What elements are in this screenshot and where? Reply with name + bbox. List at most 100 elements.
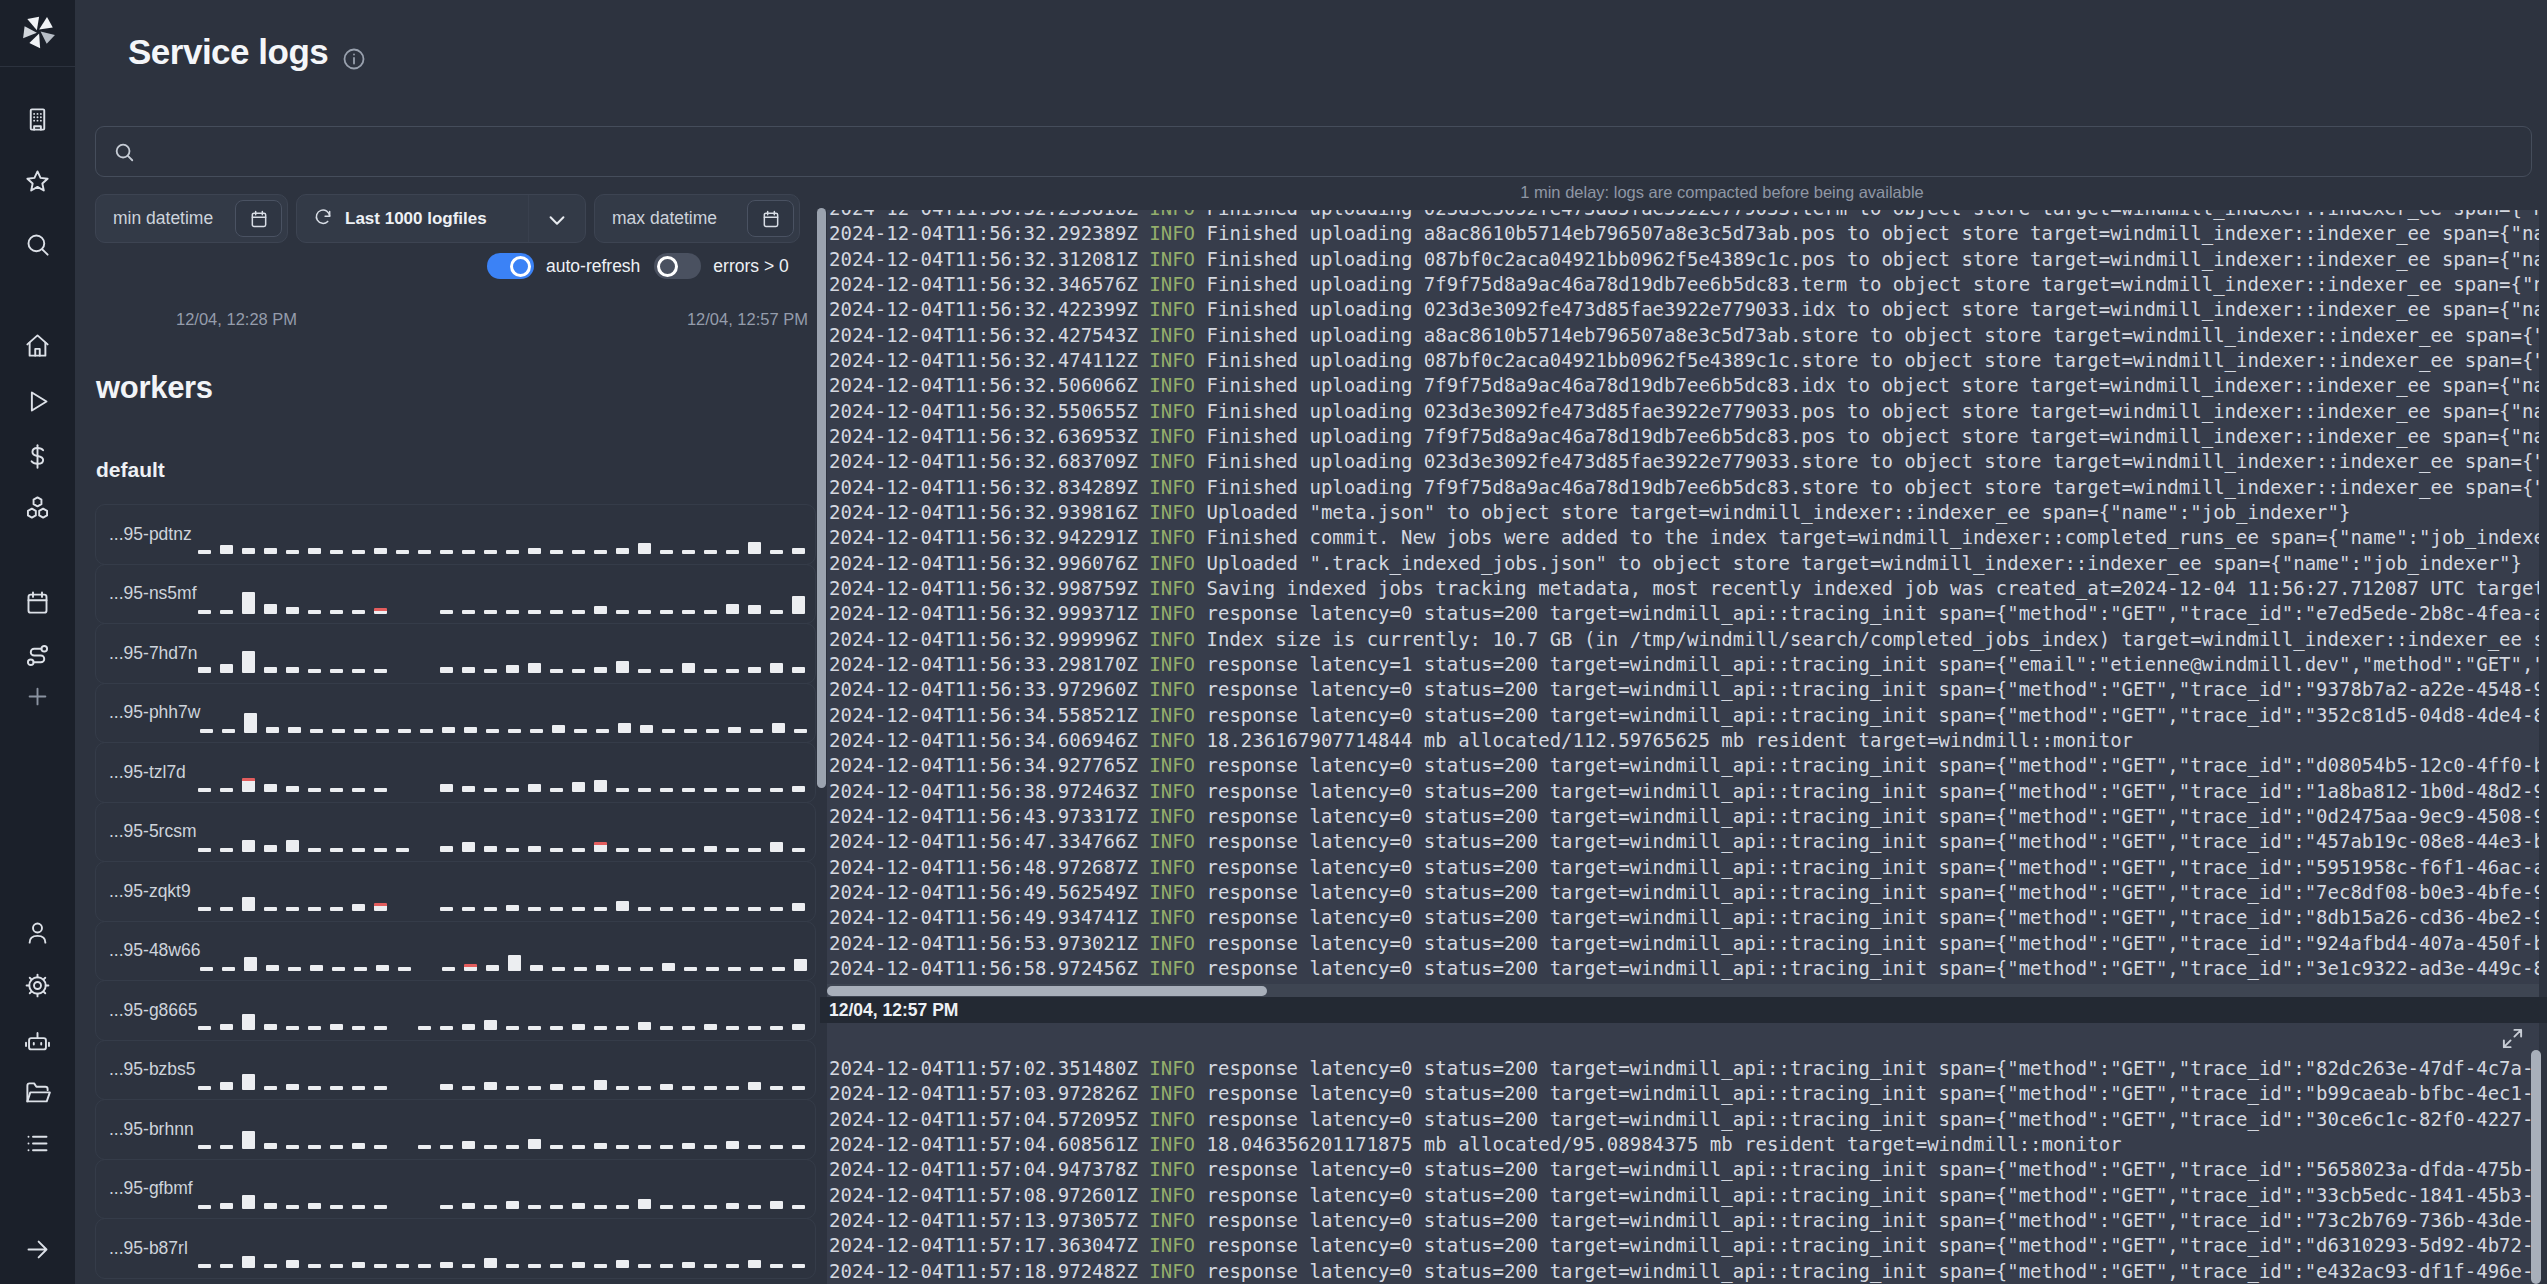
activity-bar	[352, 669, 365, 673]
activity-bar	[506, 788, 519, 792]
activity-bar	[308, 1086, 321, 1090]
activity-bar	[792, 1264, 805, 1268]
building-icon[interactable]	[24, 106, 51, 133]
activity-bar	[264, 1024, 277, 1030]
activity-bar	[550, 1026, 563, 1030]
bar-gap	[396, 1089, 409, 1090]
windmill-logo[interactable]	[20, 13, 57, 54]
worker-row[interactable]: ...95-g8665	[95, 980, 816, 1041]
worker-row[interactable]: ...95-brhnn	[95, 1099, 816, 1160]
activity-bar	[572, 782, 585, 792]
log-line: 2024-12-04T11:56:32.239816Z INFO Finishe…	[829, 210, 2539, 221]
activity-bar	[308, 1264, 321, 1268]
worker-row[interactable]: ...95-phh7w	[95, 683, 816, 744]
log-line: 2024-12-04T11:56:32.999996Z INFO Index s…	[829, 627, 2539, 652]
activity-bar	[288, 967, 301, 971]
activity-bar	[506, 1145, 519, 1149]
activity-bar	[618, 723, 631, 733]
worker-row[interactable]: ...95-b87rl	[95, 1218, 816, 1279]
worker-row[interactable]: ...95-gfbmf	[95, 1159, 816, 1220]
worker-row[interactable]: ...95-48w66	[95, 921, 816, 982]
errors-toggle[interactable]	[654, 253, 701, 279]
min-datetime-field[interactable]: min datetime	[95, 194, 288, 243]
activity-bar	[242, 897, 255, 911]
log-section-2-scrollbar[interactable]	[2531, 1050, 2541, 1284]
worker-activity-chart	[198, 990, 805, 1030]
log-line: 2024-12-04T11:56:32.942291Z INFO Finishe…	[829, 525, 2539, 550]
expand-icon[interactable]	[2501, 1027, 2524, 1050]
activity-bar	[750, 729, 763, 733]
activity-bar	[792, 1024, 805, 1030]
activity-bar	[748, 788, 761, 792]
activity-bar	[242, 1256, 255, 1268]
activity-bar	[310, 729, 323, 733]
plus-icon[interactable]	[24, 683, 51, 710]
activity-bar	[440, 1084, 453, 1090]
activity-bar	[506, 665, 519, 673]
activity-bar	[462, 1024, 475, 1030]
activity-bar	[286, 550, 299, 554]
list-icon[interactable]	[24, 1130, 51, 1157]
logfiles-range-select[interactable]: Last 1000 logfiles	[296, 194, 586, 243]
activity-bar	[330, 1205, 343, 1209]
activity-bar	[770, 788, 783, 792]
calendar-nav-icon[interactable]	[24, 589, 51, 616]
worker-list-scrollbar[interactable]	[817, 208, 826, 788]
log-line: 2024-12-04T11:56:34.558521Z INFO respons…	[829, 703, 2539, 728]
worker-row[interactable]: ...95-ns5mf	[95, 564, 816, 625]
gear-icon[interactable]	[24, 972, 51, 999]
activity-bar	[484, 1258, 497, 1268]
activity-bar	[616, 1260, 629, 1268]
worker-row[interactable]: ...95-pdtnz	[95, 504, 816, 565]
person-icon[interactable]	[24, 919, 51, 946]
log-hscroll-thumb[interactable]	[827, 986, 1267, 996]
activity-bar	[616, 1145, 629, 1149]
auto-refresh-toggle[interactable]	[487, 253, 534, 279]
log-line: 2024-12-04T11:56:58.972456Z INFO respons…	[829, 956, 2539, 981]
route-icon[interactable]	[24, 642, 51, 669]
activity-bar	[330, 788, 343, 792]
search-input[interactable]	[95, 126, 2532, 177]
arrow-right-icon[interactable]	[24, 1236, 51, 1263]
robot-icon[interactable]	[24, 1028, 51, 1055]
activity-bar	[396, 1264, 409, 1268]
activity-bar	[242, 651, 255, 673]
worker-list: ...95-pdtnz...95-ns5mf...95-7hd7n...95-p…	[95, 505, 816, 1279]
worker-row[interactable]: ...95-5rcsm	[95, 802, 816, 863]
activity-bar	[638, 907, 651, 911]
info-icon[interactable]	[342, 47, 366, 71]
activity-bar	[374, 1145, 387, 1149]
worker-row[interactable]: ...95-tzl7d	[95, 742, 816, 803]
activity-bar	[550, 1264, 563, 1268]
log-section-1[interactable]: 2024-12-04T11:56:32.239816Z INFO Finishe…	[827, 210, 2539, 984]
activity-bar	[286, 607, 299, 614]
dollar-icon[interactable]	[24, 443, 51, 470]
activity-bar	[572, 1203, 585, 1209]
boxes-icon[interactable]	[24, 494, 51, 521]
home-icon[interactable]	[24, 332, 51, 359]
activity-bar	[484, 846, 497, 852]
worker-row[interactable]: ...95-7hd7n	[95, 623, 816, 684]
play-icon[interactable]	[24, 388, 51, 415]
activity-bar	[200, 967, 213, 971]
log-section-2[interactable]: 2024-12-04T11:57:02.351480Z INFO respons…	[827, 1023, 2539, 1284]
worker-activity-chart	[198, 752, 805, 792]
activity-bar	[376, 729, 389, 733]
activity-bar	[486, 965, 499, 971]
max-datetime-field[interactable]: max datetime	[594, 194, 800, 243]
folder-icon[interactable]	[24, 1080, 51, 1107]
activity-bar	[330, 1024, 343, 1030]
activity-bar	[354, 967, 367, 971]
star-icon[interactable]	[24, 168, 51, 195]
activity-bar	[308, 788, 321, 792]
activity-bar	[728, 727, 741, 733]
calendar-icon[interactable]	[235, 200, 282, 237]
worker-row[interactable]: ...95-zqkt9	[95, 861, 816, 922]
activity-bar	[726, 604, 739, 614]
calendar-icon[interactable]	[747, 200, 794, 237]
chevron-down-icon[interactable]	[546, 209, 568, 231]
activity-bar	[264, 845, 277, 852]
search-nav-icon[interactable]	[24, 231, 51, 258]
worker-row[interactable]: ...95-bzbs5	[95, 1040, 816, 1101]
log-line: 2024-12-04T11:56:32.996076Z INFO Uploade…	[829, 551, 2539, 576]
